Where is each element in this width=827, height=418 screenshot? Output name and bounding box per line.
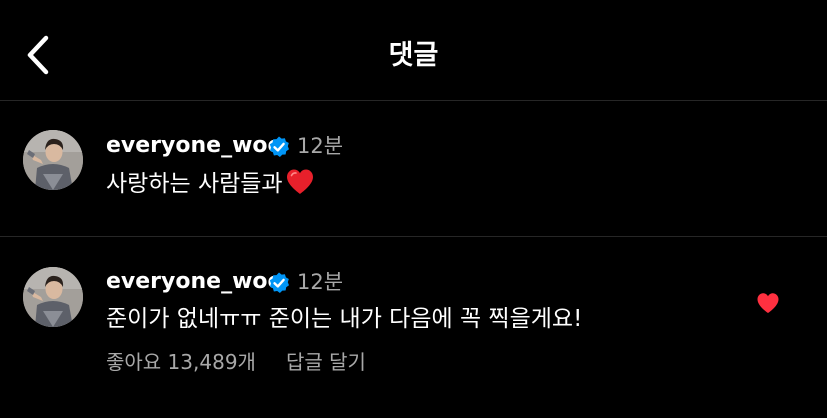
comment-timestamp: 12분 <box>297 270 344 294</box>
profile-photo-icon <box>23 130 83 190</box>
comment-text: 준이가 없네ㅠㅠ 준이는 내가 다음에 꼭 찍을게요! <box>106 306 583 332</box>
comment-item: everyone_woo 12분 사랑하는 사람들과 <box>0 101 827 237</box>
heart-emoji-icon <box>286 169 313 194</box>
comment-username[interactable]: everyone_woo <box>106 132 283 160</box>
verified-badge-icon <box>269 272 289 293</box>
comment-actions: 좋아요 13,489개 답글 달기 <box>106 349 366 375</box>
comment-text-row: 사랑하는 사람들과 <box>106 168 315 200</box>
reply-button[interactable]: 답글 달기 <box>286 350 366 374</box>
comments-header: 댓글 <box>0 0 827 101</box>
page-title: 댓글 <box>388 40 439 71</box>
liked-heart-icon[interactable] <box>756 292 780 314</box>
avatar[interactable] <box>23 130 83 190</box>
comment-text: 사랑하는 사람들과 <box>106 171 283 197</box>
comment-item: everyone_woo 12분 준이가 없네ㅠㅠ 준이는 내가 다음에 꼭 찍… <box>0 237 827 418</box>
comment-timestamp: 12분 <box>297 134 344 158</box>
avatar[interactable] <box>23 267 83 327</box>
verified-badge-icon <box>269 136 289 157</box>
comment-username[interactable]: everyone_woo <box>106 268 283 296</box>
profile-photo-icon <box>23 267 83 327</box>
likes-count[interactable]: 좋아요 13,489개 <box>106 350 256 374</box>
